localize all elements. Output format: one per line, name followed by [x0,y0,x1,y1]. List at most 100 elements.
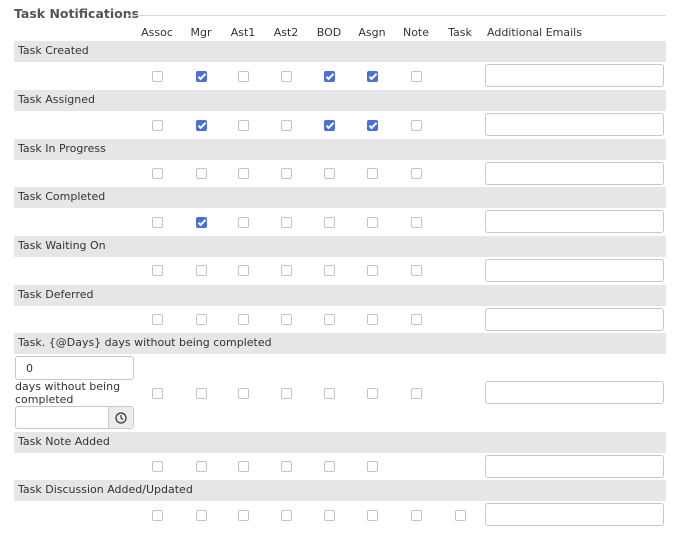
checkbox-ast2[interactable] [281,168,292,179]
checkbox-note[interactable] [411,510,422,521]
row-label: Task Assigned [18,93,95,106]
checkbox-ast2[interactable] [281,71,292,82]
additional-emails-input[interactable] [485,162,664,185]
clock-icon [115,411,127,424]
checkbox-ast1[interactable] [238,510,249,521]
checkbox-mgr[interactable] [196,314,207,325]
checkbox-asgn[interactable] [367,314,378,325]
checkbox-assoc[interactable] [152,510,163,521]
checkbox-bod[interactable] [324,168,335,179]
column-header-bod: BOD [316,26,342,39]
additional-emails-input[interactable] [485,308,664,331]
checkbox-ast2[interactable] [281,217,292,228]
checkbox-bod[interactable] [324,265,335,276]
checkbox-ast1[interactable] [238,168,249,179]
checkbox-assoc[interactable] [152,168,163,179]
notification-row-header: Task Created [14,41,666,62]
column-header-asgn: Asgn [358,26,386,39]
task-notifications-panel: Task Notifications Assoc Mgr Ast1 Ast2 BOD As… [0,0,674,539]
notification-row-header: Task Assigned [14,90,666,111]
checkbox-note[interactable] [411,314,422,325]
checkbox-asgn[interactable] [367,461,378,472]
checkbox-note[interactable] [411,217,422,228]
checkbox-ast2[interactable] [281,388,292,399]
checkbox-note[interactable] [411,265,422,276]
row-label: Task Waiting On [18,239,106,252]
checkbox-asgn[interactable] [367,265,378,276]
checkbox-bod[interactable] [324,461,335,472]
days-input[interactable]: 0 [15,356,134,380]
section-title: Task Notifications [14,6,140,21]
checkbox-mgr[interactable] [196,168,207,179]
checkbox-ast1[interactable] [238,388,249,399]
checkbox-bod[interactable] [324,388,335,399]
checkbox-mgr[interactable] [196,71,207,82]
days-label: days without being completed [15,380,121,406]
time-input[interactable] [15,406,134,429]
checkbox-assoc[interactable] [152,71,163,82]
checkbox-asgn[interactable] [367,510,378,521]
notification-row-header: Task Note Added [14,432,666,453]
column-header-ast2: Ast2 [273,26,299,39]
checkbox-asgn[interactable] [367,217,378,228]
checkbox-task[interactable] [455,510,466,521]
checkbox-ast2[interactable] [281,265,292,276]
checkbox-asgn[interactable] [367,71,378,82]
additional-emails-input[interactable] [485,503,664,526]
checkbox-ast2[interactable] [281,461,292,472]
additional-emails-input[interactable] [485,64,664,87]
row-label: Task Note Added [18,435,110,448]
checkbox-bod[interactable] [324,71,335,82]
column-header-assoc: Assoc [141,26,173,39]
checkbox-note[interactable] [411,388,422,399]
checkbox-ast2[interactable] [281,510,292,521]
row-label: Task Discussion Added/Updated [18,483,193,496]
checkbox-mgr[interactable] [196,217,207,228]
checkbox-ast1[interactable] [238,265,249,276]
checkbox-assoc[interactable] [152,461,163,472]
additional-emails-input[interactable] [485,259,664,282]
notification-row-header: Task Completed [14,187,666,208]
checkbox-note[interactable] [411,168,422,179]
checkbox-note[interactable] [411,120,422,131]
checkbox-mgr[interactable] [196,461,207,472]
column-header-mgr: Mgr [190,26,212,39]
checkbox-assoc[interactable] [152,314,163,325]
column-header-ast1: Ast1 [230,26,256,39]
checkbox-bod[interactable] [324,120,335,131]
checkbox-assoc[interactable] [152,120,163,131]
column-header-task: Task [448,26,472,39]
checkbox-mgr[interactable] [196,510,207,521]
checkbox-asgn[interactable] [367,120,378,131]
notification-row-header: Task Waiting On [14,236,666,257]
checkbox-bod[interactable] [324,510,335,521]
checkbox-assoc[interactable] [152,217,163,228]
checkbox-assoc[interactable] [152,265,163,276]
row-label: Task Completed [18,190,106,203]
notification-row-header: Task Discussion Added/Updated [14,480,666,501]
checkbox-ast1[interactable] [238,461,249,472]
additional-emails-input[interactable] [485,113,664,136]
checkbox-ast1[interactable] [238,71,249,82]
checkbox-ast1[interactable] [238,314,249,325]
checkbox-assoc[interactable] [152,388,163,399]
checkbox-ast1[interactable] [238,217,249,228]
additional-emails-input[interactable] [485,381,664,404]
row-label: Task Created [18,44,89,57]
additional-emails-input[interactable] [485,210,664,233]
checkbox-asgn[interactable] [367,388,378,399]
notification-row-header: Task. {@Days} days without being complet… [14,333,666,354]
checkbox-mgr[interactable] [196,388,207,399]
checkbox-mgr[interactable] [196,265,207,276]
checkbox-ast2[interactable] [281,120,292,131]
checkbox-ast1[interactable] [238,120,249,131]
checkbox-ast2[interactable] [281,314,292,325]
checkbox-bod[interactable] [324,314,335,325]
additional-emails-input[interactable] [485,455,664,478]
checkbox-asgn[interactable] [367,168,378,179]
checkbox-mgr[interactable] [196,120,207,131]
checkbox-note[interactable] [411,71,422,82]
checkbox-bod[interactable] [324,217,335,228]
row-label: Task In Progress [18,142,106,155]
time-picker-button[interactable] [108,407,133,428]
